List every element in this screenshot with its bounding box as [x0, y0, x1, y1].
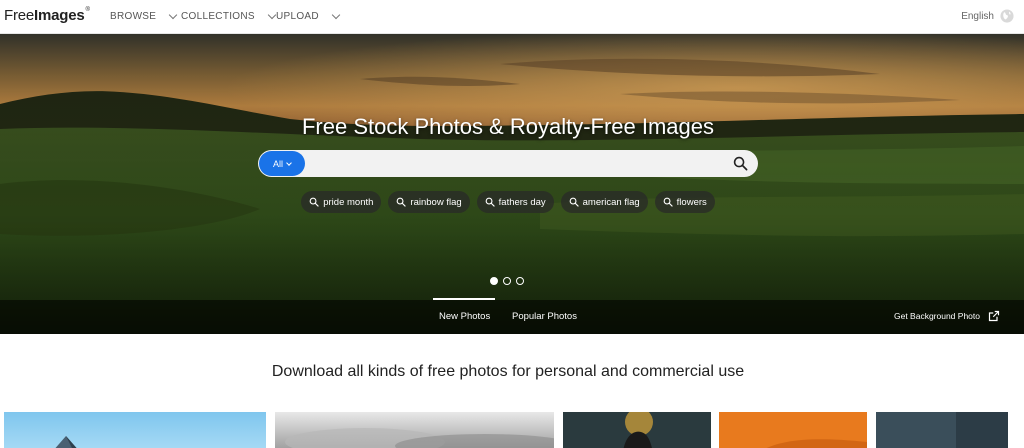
nav-collections[interactable]: COLLECTIONS: [181, 10, 277, 22]
search-icon: [309, 197, 319, 207]
tag-fathers-day[interactable]: fathers day: [476, 191, 554, 213]
cloudy-sky-photo[interactable]: [275, 412, 554, 448]
search-icon: [397, 197, 407, 207]
search-bar: All: [258, 150, 758, 177]
search-filter-label: All: [272, 158, 283, 169]
silhouette-photo[interactable]: [563, 412, 711, 448]
hero-banner: Free Stock Photos & Royalty-Free Images …: [0, 34, 1024, 334]
search-icon[interactable]: [733, 156, 748, 171]
nav-collections-label: COLLECTIONS: [181, 11, 255, 22]
section-subtitle: Download all kinds of free photos for pe…: [271, 363, 745, 380]
nav-upload[interactable]: UPLOAD: [276, 10, 341, 22]
search-input[interactable]: [310, 154, 720, 173]
get-background-photo-link[interactable]: Get Background Photo: [894, 310, 1000, 322]
site-logo[interactable]: FreeImages®: [4, 7, 90, 24]
tag-pride-month[interactable]: pride month: [301, 191, 382, 213]
external-link-icon: [988, 310, 1000, 322]
chevron-down-icon: [267, 10, 277, 19]
tag-label: fathers day: [498, 196, 546, 208]
tag-label: american flag: [582, 196, 640, 208]
chevron-down-icon: [169, 10, 178, 19]
nav-browse[interactable]: BROWSE: [110, 10, 178, 22]
search-icon: [569, 197, 579, 207]
photo-thumbnail: [275, 412, 554, 448]
search-filter-dropdown[interactable]: All: [259, 151, 305, 176]
photo-thumbnail: [876, 412, 1008, 448]
carousel-dot-1[interactable]: [490, 277, 498, 285]
active-tab-indicator: [433, 298, 495, 300]
tab-new-photos[interactable]: New Photos: [439, 311, 490, 322]
tag-label: flowers: [676, 196, 707, 208]
top-navigation-bar: FreeImages® BROWSE COLLECTIONS UPLOAD En…: [0, 0, 1024, 34]
photo-thumbnail: [719, 412, 867, 448]
dark-blue-photo[interactable]: [876, 412, 1008, 448]
sky-tower-photo[interactable]: [4, 412, 266, 448]
get-background-photo-label: Get Background Photo: [893, 311, 980, 321]
tag-flowers[interactable]: flowers: [654, 191, 715, 213]
language-selector[interactable]: English: [961, 9, 1014, 23]
hero-background-image: [0, 34, 1024, 334]
tag-label: pride month: [323, 196, 374, 208]
search-icon: [663, 197, 673, 207]
trending-tags: pride month rainbow flag fathers day ame…: [0, 191, 1016, 213]
hero-title: Free Stock Photos & Royalty-Free Images: [301, 114, 715, 139]
tag-label: rainbow flag: [410, 196, 462, 208]
language-label: English: [961, 10, 994, 22]
hero-tab-bar: New Photos Popular Photos Get Background…: [0, 298, 1024, 334]
photo-thumbnail: [4, 412, 266, 448]
tag-american-flag[interactable]: american flag: [560, 191, 648, 213]
chevron-down-icon: [331, 10, 341, 19]
orange-photo[interactable]: [719, 412, 867, 448]
carousel-dot-2[interactable]: [503, 277, 511, 285]
carousel-dot-3[interactable]: [516, 277, 524, 285]
photo-thumbnail: [563, 412, 711, 448]
search-icon: [485, 197, 495, 207]
nav-upload-label: UPLOAD: [276, 11, 319, 22]
carousel-indicators: [490, 277, 524, 285]
chevron-down-icon: [286, 159, 292, 166]
tag-rainbow-flag[interactable]: rainbow flag: [388, 191, 470, 213]
nav-browse-label: BROWSE: [110, 11, 157, 22]
globe-icon: [1000, 9, 1014, 23]
tab-popular-photos[interactable]: Popular Photos: [512, 311, 577, 322]
